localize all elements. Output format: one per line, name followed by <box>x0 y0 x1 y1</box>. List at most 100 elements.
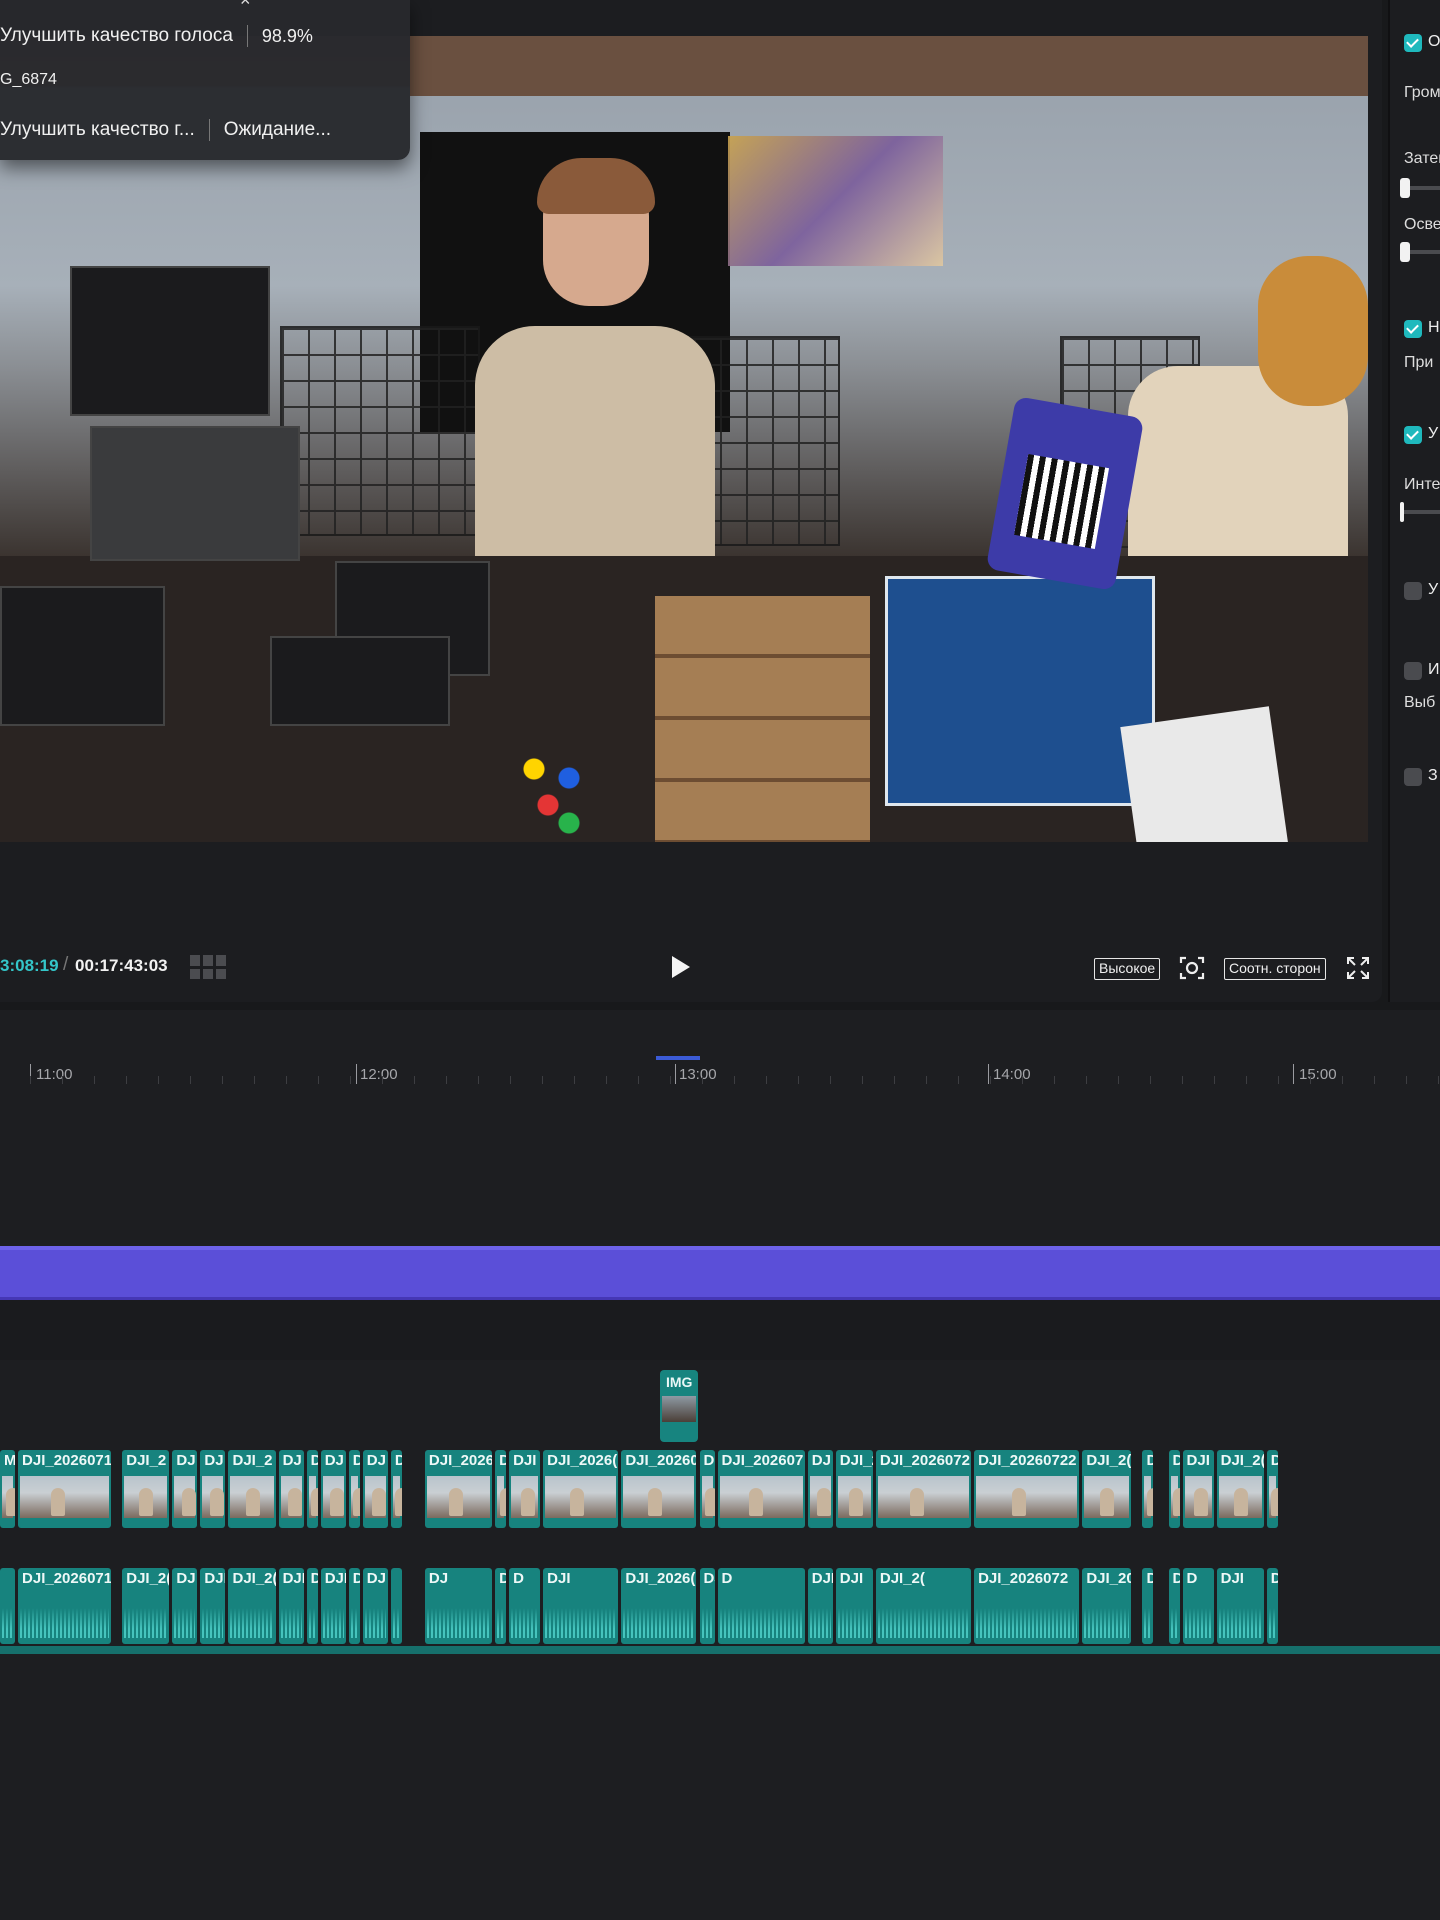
ruler-minor-tick <box>990 1076 991 1084</box>
video-clip[interactable]: D <box>348 1450 360 1528</box>
audio-clip[interactable]: DJI <box>320 1568 346 1644</box>
clip-label: DJI <box>1220 1570 1244 1587</box>
video-clip[interactable]: DJ <box>172 1450 198 1528</box>
clip-label: DJI_2( <box>879 1570 925 1587</box>
video-clip[interactable]: DJI_2( <box>1082 1450 1132 1528</box>
checkbox[interactable] <box>1404 426 1422 444</box>
checkbox[interactable] <box>1404 320 1422 338</box>
video-clip[interactable]: DJI_2( <box>1216 1450 1264 1528</box>
video-clip[interactable]: DJI_20260 <box>621 1450 697 1528</box>
video-clip[interactable]: DJ <box>362 1450 388 1528</box>
audio-clip[interactable]: DJI_2026 <box>495 1568 507 1644</box>
image-clip[interactable]: IMG <box>660 1370 698 1442</box>
aspect-ratio-button[interactable]: Соотн. сторон <box>1224 958 1326 980</box>
video-clip[interactable]: D <box>1142 1450 1154 1528</box>
slider[interactable] <box>1400 502 1440 522</box>
video-clip[interactable]: DJI_2026071 <box>18 1450 112 1528</box>
checkbox[interactable] <box>1404 34 1422 52</box>
ruler-minor-tick <box>158 1076 159 1084</box>
clip-label: DJI <box>839 1570 864 1587</box>
playback-controls: 3:08:19 / 00:17:43:03 Высокое Соотн. сто… <box>0 940 1382 996</box>
ruler-minor-tick <box>222 1076 223 1084</box>
ruler-minor-tick <box>958 1076 959 1084</box>
audio-clip[interactable]: DJI_2( <box>228 1568 276 1644</box>
timeline-panel[interactable]: 11:00 12:00 13:00 14:00 15:00 IMG M DJI_2… <box>0 1010 1440 1920</box>
grid-view-icon[interactable] <box>190 955 226 979</box>
video-clip[interactable]: DJI_2026( <box>543 1450 619 1528</box>
audio-clip[interactable]: DJ <box>362 1568 388 1644</box>
slider[interactable] <box>1400 242 1440 262</box>
audio-clip[interactable]: D <box>717 1568 805 1644</box>
video-clip[interactable]: D <box>306 1450 318 1528</box>
audio-clip[interactable]: D <box>509 1568 541 1644</box>
checkbox[interactable] <box>1404 582 1422 600</box>
video-clip[interactable]: DJ <box>278 1450 304 1528</box>
audio-clip[interactable] <box>390 1568 402 1644</box>
audio-clip[interactable]: DJI <box>543 1568 619 1644</box>
video-clip[interactable]: DJ <box>200 1450 226 1528</box>
video-clip[interactable]: DJ <box>807 1450 833 1528</box>
audio-clip[interactable]: DJI_20260722 <box>1082 1568 1132 1644</box>
video-clip[interactable]: DJI_2 <box>835 1450 873 1528</box>
audio-waveform <box>1218 1608 1262 1638</box>
audio-clip[interactable]: DJI <box>1216 1568 1264 1644</box>
audio-track-purple[interactable] <box>0 1246 1440 1300</box>
audio-clip[interactable]: DJI_2( <box>122 1568 170 1644</box>
quality-button[interactable]: Высокое <box>1094 958 1161 980</box>
audio-waveform <box>392 1608 400 1638</box>
playhead-marker[interactable] <box>656 1056 700 1060</box>
video-clip[interactable]: D <box>1168 1450 1180 1528</box>
audio-clip[interactable]: DJI_202607 <box>807 1568 833 1644</box>
ruler-minor-tick <box>1278 1076 1279 1084</box>
checkbox[interactable] <box>1404 768 1422 786</box>
video-clip[interactable]: DJI_2026072 <box>875 1450 972 1528</box>
video-clip[interactable]: D <box>495 1450 507 1528</box>
audio-clip[interactable]: DJ <box>172 1568 198 1644</box>
slider[interactable] <box>1400 178 1440 198</box>
audio-waveform <box>545 1608 617 1638</box>
video-clip[interactable]: D <box>390 1450 402 1528</box>
processing-row: G_6874 <box>0 64 57 96</box>
video-clip[interactable]: D <box>699 1450 715 1528</box>
video-clip[interactable]: DJI <box>1182 1450 1214 1528</box>
audio-clip[interactable]: DJI_2( <box>875 1568 972 1644</box>
audio-clip[interactable]: DJ <box>424 1568 493 1644</box>
audio-clip[interactable]: D <box>1168 1568 1180 1644</box>
audio-clip[interactable]: DJI_2( <box>1142 1568 1154 1644</box>
close-icon[interactable]: × <box>240 0 260 10</box>
video-clip[interactable]: DJI_2 <box>228 1450 276 1528</box>
audio-clip[interactable] <box>0 1568 16 1644</box>
clip-thumbnail <box>662 1396 696 1422</box>
video-clip[interactable]: DJI_2026 <box>424 1450 493 1528</box>
inspector-heading: О <box>1428 33 1440 50</box>
ruler-minor-tick <box>382 1076 383 1084</box>
video-clip[interactable]: D <box>1266 1450 1278 1528</box>
audio-clip[interactable]: DJI_20 <box>1266 1568 1278 1644</box>
clip-thumbnail <box>1184 1476 1212 1518</box>
fullscreen-icon[interactable] <box>1346 956 1370 980</box>
video-clip[interactable]: DJI_20260722 <box>974 1450 1080 1528</box>
audio-clip[interactable]: D <box>348 1568 360 1644</box>
audio-clip[interactable]: DJI <box>200 1568 226 1644</box>
audio-clip[interactable]: DJI <box>835 1568 873 1644</box>
audio-clip[interactable]: D <box>306 1568 318 1644</box>
clip-label: D <box>310 1570 318 1587</box>
processing-status: Ожидание... <box>223 119 332 140</box>
clip-label: DJ <box>811 1452 831 1469</box>
audio-clip[interactable]: DJI_2026072 <box>974 1568 1080 1644</box>
audio-clip[interactable]: D <box>1182 1568 1214 1644</box>
screenshot-icon[interactable] <box>1178 954 1206 982</box>
video-clip[interactable]: M <box>0 1450 16 1528</box>
video-clip[interactable]: DJI_2 <box>122 1450 170 1528</box>
video-clip[interactable]: DJI_202607 <box>717 1450 805 1528</box>
audio-clip[interactable]: DJI_2026( <box>621 1568 697 1644</box>
audio-clip[interactable]: DJI <box>278 1568 304 1644</box>
audio-clip[interactable]: DJI_2026071 <box>18 1568 112 1644</box>
video-clip[interactable]: DJ <box>320 1450 346 1528</box>
audio-clip[interactable]: DJI_20260 <box>699 1568 715 1644</box>
play-button[interactable] <box>668 954 692 980</box>
scene-poster <box>728 136 943 266</box>
time-ruler[interactable]: 11:00 12:00 13:00 14:00 15:00 <box>0 1050 1440 1090</box>
checkbox[interactable] <box>1404 662 1422 680</box>
video-clip[interactable]: DJI <box>509 1450 541 1528</box>
